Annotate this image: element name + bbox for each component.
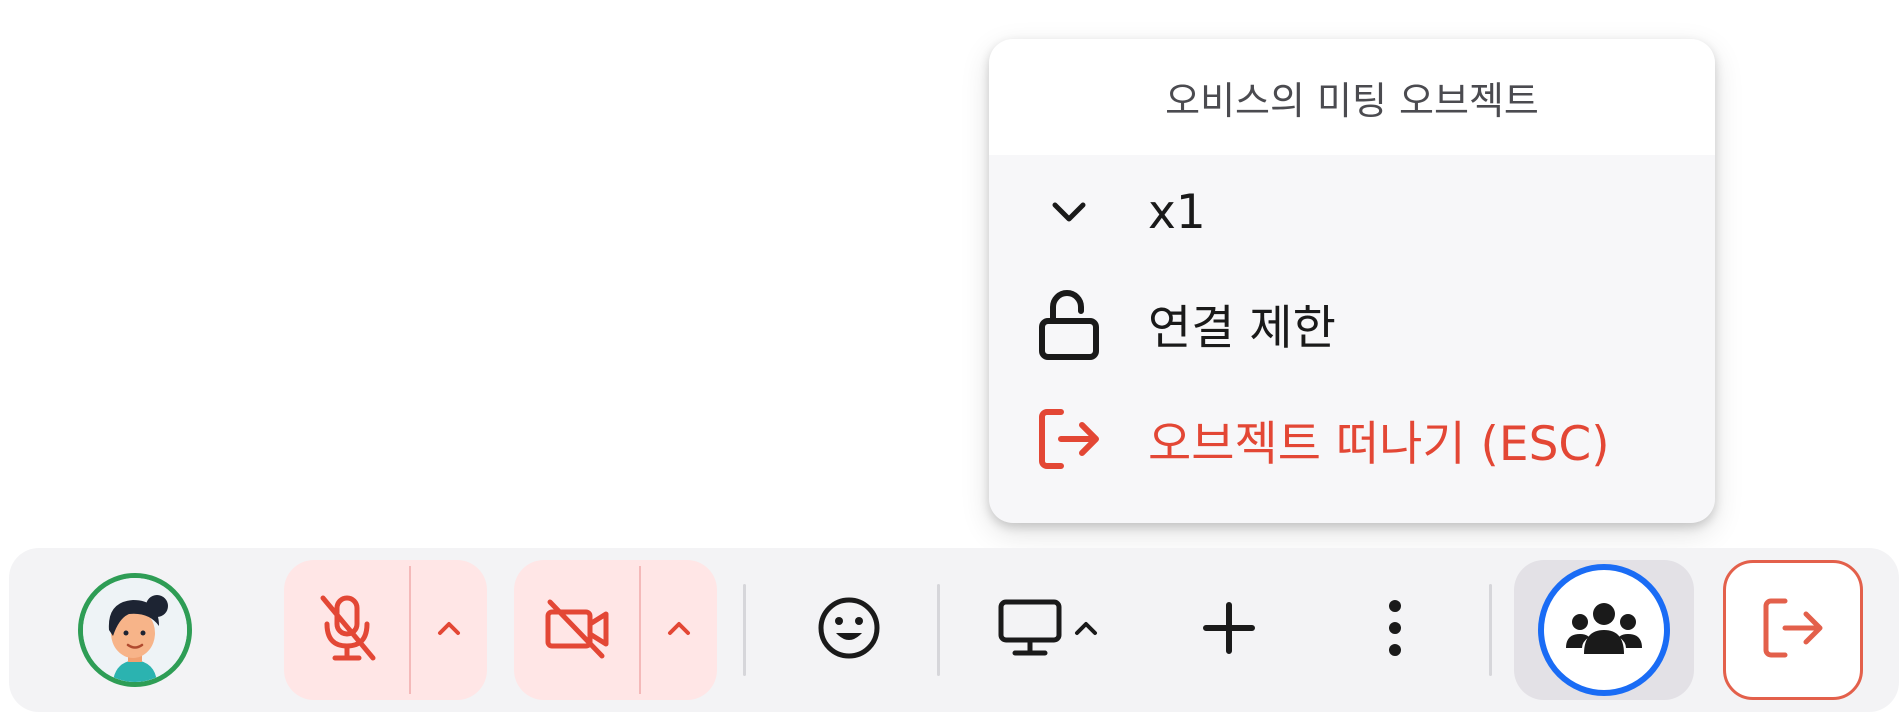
more-vertical-icon — [1385, 598, 1405, 662]
meeting-toolbar — [9, 548, 1899, 712]
leave-button[interactable] — [1723, 560, 1863, 700]
popup-title: 오비스의 미팅 오브젝트 — [989, 39, 1715, 155]
menu-item-label: 오브젝트 떠나기 (ESC) — [1148, 416, 1610, 472]
object-popup-menu: 오비스의 미팅 오브젝트 x1 연결 제한 오브젝트 떠나기 (ESC) — [989, 39, 1715, 523]
unlock-icon — [1037, 283, 1101, 363]
exit-icon — [1761, 596, 1825, 664]
mic-options-button[interactable] — [411, 560, 487, 700]
monitor-icon — [997, 598, 1063, 662]
plus-icon — [1202, 601, 1256, 659]
participants-button[interactable] — [1538, 564, 1670, 696]
microphone-control — [284, 560, 487, 700]
caret-up-icon — [1073, 619, 1099, 641]
camera-options-button[interactable] — [641, 560, 717, 700]
menu-item-restrict-connection[interactable]: 연결 제한 — [989, 273, 1715, 373]
camera-control — [514, 560, 717, 700]
screen-share-button[interactable] — [988, 580, 1108, 680]
exit-icon — [1037, 399, 1101, 479]
caret-up-icon — [436, 619, 462, 641]
mic-toggle-button[interactable] — [284, 560, 409, 700]
chevron-down-icon — [1037, 172, 1101, 252]
divider — [743, 584, 746, 676]
participants-control — [1514, 560, 1694, 700]
menu-item-leave-object[interactable]: 오브젝트 떠나기 (ESC) — [989, 389, 1715, 489]
menu-item-label: 연결 제한 — [1148, 300, 1336, 356]
camera-toggle-button[interactable] — [514, 560, 639, 700]
caret-up-icon — [666, 619, 692, 641]
mic-off-icon — [315, 592, 379, 668]
emoji-button[interactable] — [799, 580, 899, 680]
people-icon — [1564, 598, 1644, 662]
menu-item-zoom[interactable]: x1 — [989, 162, 1715, 262]
avatar[interactable] — [78, 573, 192, 687]
add-button[interactable] — [1179, 580, 1279, 680]
camera-off-icon — [542, 596, 612, 664]
more-options-button[interactable] — [1345, 580, 1445, 680]
divider — [1489, 584, 1492, 676]
smile-icon — [816, 595, 882, 665]
divider — [937, 584, 940, 676]
menu-item-label: x1 — [1148, 184, 1206, 240]
